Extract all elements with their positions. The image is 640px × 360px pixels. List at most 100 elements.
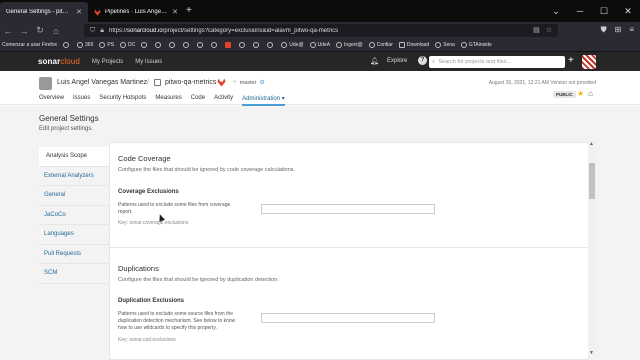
minimize-button[interactable]: ─ — [568, 0, 592, 22]
home-button[interactable]: ⌂ — [48, 26, 64, 36]
side-menu-scm[interactable]: SCM — [39, 264, 109, 284]
bookmark-item[interactable] — [63, 42, 71, 48]
side-menu-analysis-scope[interactable]: Analysis Scope — [39, 147, 109, 167]
bookmark-star-icon[interactable]: ☆ — [546, 26, 552, 34]
explore-link[interactable]: Explore — [387, 58, 407, 64]
globe-icon — [141, 42, 148, 48]
reload-button[interactable]: ↻ — [32, 25, 48, 36]
branch-name: master — [239, 79, 257, 86]
bookmark-label: PS — [107, 42, 115, 48]
bookmark-item[interactable] — [155, 42, 163, 48]
scroll-down-icon[interactable]: ▼ — [589, 350, 594, 356]
gitlab-icon[interactable] — [217, 78, 226, 87]
reader-mode-icon[interactable]: ▤ — [533, 26, 540, 34]
close-icon[interactable]: ✕ — [172, 8, 178, 16]
scroll-up-icon[interactable]: ▲ — [589, 141, 594, 147]
extensions-icon[interactable]: ⊞ — [615, 25, 622, 35]
bookmark-item[interactable] — [253, 42, 261, 48]
side-menu-general[interactable]: General — [39, 186, 109, 206]
bookmark-item[interactable] — [197, 42, 205, 48]
bookmark-item[interactable]: Comenzar a usar Firefox — [2, 42, 57, 48]
home-icon[interactable]: ⌂ — [588, 89, 593, 98]
branch-selector[interactable]: ⑂ master ⚙ — [233, 79, 265, 87]
side-menu-jacoco[interactable]: JaCoCo — [39, 206, 109, 225]
globe-icon — [155, 42, 162, 48]
close-icon[interactable]: ✕ — [76, 8, 82, 16]
bookmark-item[interactable]: UdeA — [309, 42, 330, 48]
bookmark-item[interactable]: 365 — [77, 42, 93, 48]
bookmark-item[interactable] — [183, 42, 191, 48]
project-nav-measures[interactable]: Measures — [155, 95, 181, 106]
forward-button[interactable]: → — [16, 26, 32, 36]
project-nav-code[interactable]: Code — [191, 95, 205, 106]
globe-icon — [239, 42, 246, 48]
globe-icon — [63, 42, 70, 48]
coverage-exclusions-title: Coverage Exclusions — [118, 189, 179, 195]
tab-pipelines[interactable]: Pipelines · Luis Angel Vanegas M ✕ — [88, 2, 184, 22]
url-bar[interactable]: ⛉ 🔒︎ https://sonarcloud.io/project/setti… — [84, 24, 558, 37]
shield-icon[interactable]: ⛉ — [90, 27, 95, 35]
gear-icon[interactable]: ⚙ — [259, 79, 264, 86]
org-name-link[interactable]: Luis Angel Vanegas Martinez — [57, 79, 147, 86]
org-avatar[interactable] — [39, 77, 52, 90]
sonarcloud-logo[interactable]: sonarcloud — [38, 57, 80, 66]
notifications-bell-icon[interactable]: 🔔︎ — [370, 57, 379, 65]
bookmark-item[interactable]: PS — [99, 42, 114, 48]
close-window-button[interactable]: ✕ — [616, 0, 640, 22]
new-tab-button[interactable]: + — [186, 5, 192, 16]
bookmark-item[interactable] — [141, 42, 149, 48]
tab-list-icon[interactable]: ⌄ — [544, 0, 568, 22]
side-menu-pull-requests[interactable]: Pull Requests — [39, 245, 109, 264]
maximize-button[interactable]: ☐ — [592, 0, 616, 22]
sonarcloud-top-bar: sonarcloud My Projects My Issues 🔔︎ Expl… — [0, 52, 640, 71]
globe-icon — [460, 42, 467, 48]
duplication-exclusions-input[interactable] — [261, 313, 435, 323]
user-avatar[interactable] — [582, 55, 596, 69]
back-button[interactable]: ← — [0, 26, 16, 36]
bookmark-item[interactable] — [169, 42, 177, 48]
project-nav-activity[interactable]: Activity — [214, 95, 233, 106]
scroll-thumb[interactable] — [589, 163, 595, 199]
globe-icon — [267, 42, 274, 48]
bookmark-item[interactable]: Download — [398, 42, 429, 48]
my-projects-link[interactable]: My Projects — [92, 59, 123, 65]
bookmark-item[interactable]: Confiar — [368, 42, 393, 48]
project-nav-overview[interactable]: Overview — [39, 95, 64, 106]
help-icon[interactable]: ? — [418, 56, 427, 65]
project-name-link[interactable]: pitwo-qa-metrics — [165, 79, 216, 86]
menu-icon[interactable]: ≡ — [629, 25, 634, 35]
side-menu-languages[interactable]: Languages — [39, 225, 109, 245]
bookmark-item[interactable]: Sena — [435, 42, 455, 48]
globe-icon — [281, 42, 288, 48]
scrollbar[interactable]: ▲ ▼ — [588, 141, 596, 356]
bookmark-label: Ude@ — [289, 42, 304, 48]
globe-icon — [368, 42, 375, 48]
project-nav-issues[interactable]: Issues — [73, 95, 90, 106]
project-nav-security-hotspots[interactable]: Security Hotspots — [99, 95, 146, 106]
lock-icon[interactable]: 🔒︎ — [100, 27, 104, 35]
project-nav-administration[interactable]: Administration ▾ — [242, 95, 285, 106]
bookmark-label: Confiar — [376, 42, 393, 48]
bookmark-label: DC — [128, 42, 136, 48]
pocket-icon[interactable]: ⛊ — [601, 25, 607, 35]
bookmark-item[interactable] — [239, 42, 247, 48]
bookmark-item[interactable]: DC — [120, 42, 135, 48]
coverage-exclusions-input[interactable] — [261, 204, 435, 214]
settings-page: General Settings Edit project settings. … — [0, 106, 640, 360]
globe-icon — [169, 42, 176, 48]
tab-general-settings[interactable]: General Settings - pitwo-qa-metr ✕ — [0, 2, 88, 22]
my-issues-link[interactable]: My Issues — [135, 59, 162, 65]
bookmark-item[interactable] — [211, 42, 219, 48]
bookmark-item[interactable]: Ingeni@ — [336, 42, 363, 48]
globe-icon — [120, 42, 127, 48]
bookmark-item[interactable]: GTAinside — [460, 42, 492, 48]
bookmark-item[interactable] — [267, 42, 275, 48]
bookmark-label: Ingeni@ — [344, 42, 363, 48]
search-input[interactable]: ⌕ Search for projects and files... — [429, 56, 565, 68]
favorite-star-icon[interactable]: ★ — [577, 89, 584, 98]
bookmark-item[interactable] — [225, 42, 233, 48]
create-plus-button[interactable]: + — [568, 55, 574, 66]
bookmark-item[interactable]: Ude@ — [281, 42, 304, 48]
duplication-exclusions-key: Key: sonar.cpd.exclusions — [118, 337, 176, 343]
side-menu-external-analyzers[interactable]: External Analyzers — [39, 167, 109, 186]
